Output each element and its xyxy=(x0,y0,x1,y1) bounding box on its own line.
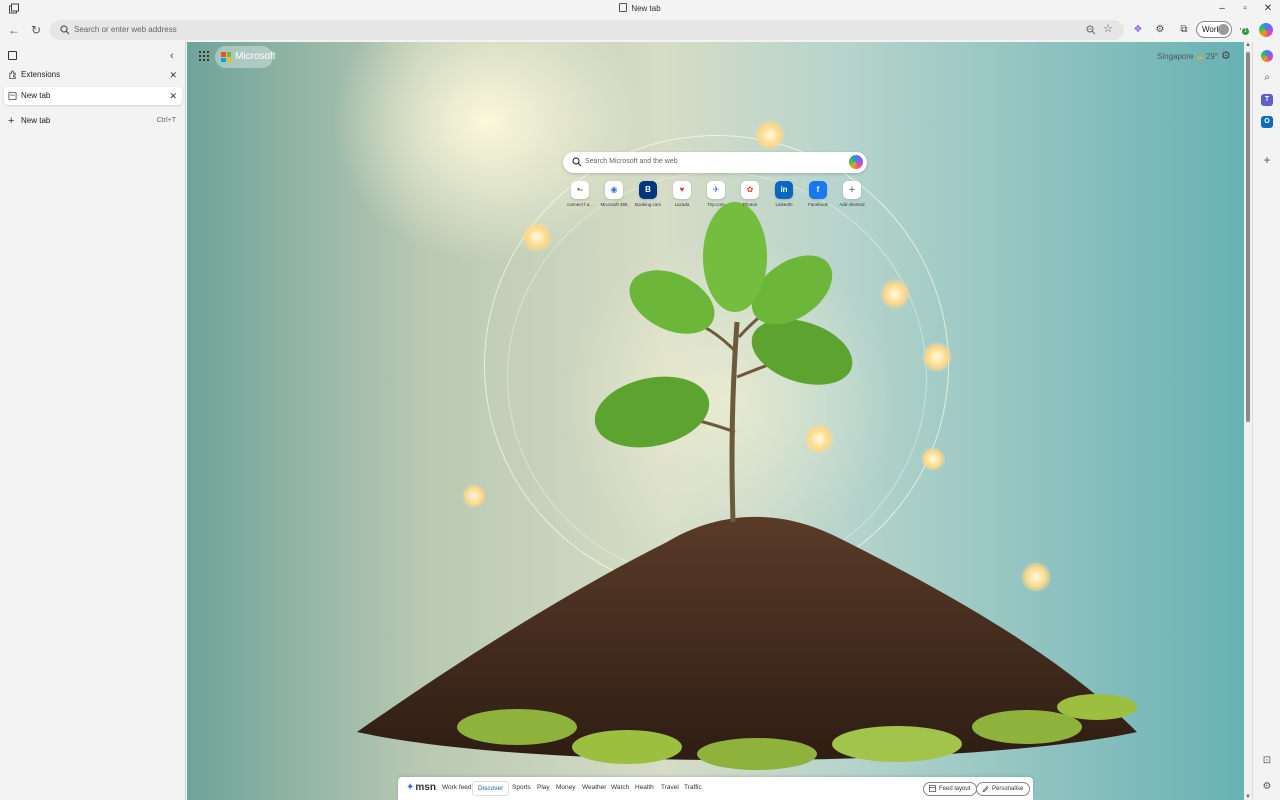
edge-sidebar: ⌕ T O + ⊡ ⚙ xyxy=(1252,42,1280,800)
photos-icon: ✿ xyxy=(741,181,759,199)
tab-actions-icon[interactable] xyxy=(8,51,17,60)
scroll-down-icon[interactable]: ▼ xyxy=(1245,794,1251,800)
shortcut-photos[interactable]: ✿ Photos xyxy=(733,181,767,207)
address-placeholder: Search or enter web address xyxy=(74,25,177,34)
search-icon xyxy=(572,157,582,167)
facebook-icon: f xyxy=(809,181,827,199)
minimize-button[interactable]: – xyxy=(1215,2,1229,16)
address-bar[interactable]: Search or enter web address ☆ xyxy=(50,20,1124,40)
restore-button[interactable]: ▫ xyxy=(1238,2,1252,16)
tab-extensions[interactable]: Extensions ✕ xyxy=(4,66,182,84)
web-search-box[interactable]: Search Microsoft and the web xyxy=(563,152,867,173)
collapse-panel-icon[interactable]: ‹ xyxy=(170,50,174,62)
favorite-star-icon[interactable]: ☆ xyxy=(1103,23,1116,36)
notification-badge: 1 xyxy=(1242,28,1249,35)
add-icon: + xyxy=(843,181,861,199)
collections-icon[interactable]: ⧉ xyxy=(1177,23,1191,37)
new-tab-button[interactable]: + New tab Ctrl+T xyxy=(4,112,182,130)
teams-icon[interactable]: T xyxy=(1261,94,1273,106)
search-placeholder: Search Microsoft and the web xyxy=(585,158,678,165)
msn-butterfly-icon: ✦ xyxy=(406,782,415,793)
close-button[interactable]: ✕ xyxy=(1261,2,1275,16)
microsoft-logo-icon xyxy=(221,52,231,62)
booking-icon: B xyxy=(639,181,657,199)
msn-feed-bar: ✦msn Work feed Discover Sports Play Mone… xyxy=(398,777,1033,800)
search-icon xyxy=(60,25,70,35)
copilot-icon[interactable] xyxy=(1259,23,1273,37)
linkedin-icon: in xyxy=(775,181,793,199)
feed-tab-money[interactable]: Money xyxy=(556,784,576,791)
apps-launcher-icon[interactable] xyxy=(199,51,209,61)
zoom-icon[interactable] xyxy=(1086,25,1096,35)
glow-orb xyxy=(921,447,945,471)
page-scrollbar[interactable]: ▲ ▼ xyxy=(1244,42,1252,800)
shortcut-add[interactable]: + Add shortcut xyxy=(835,181,869,207)
avatar xyxy=(1218,24,1229,35)
copilot-extension-icon[interactable]: ❖ xyxy=(1131,23,1145,37)
page-settings-gear-icon[interactable]: ⚙ xyxy=(1221,50,1233,62)
seedling-illustration xyxy=(594,202,853,522)
layout-icon xyxy=(929,785,936,792)
microsoft365-icon: ◉ xyxy=(605,181,623,199)
msn-logo[interactable]: ✦msn xyxy=(406,782,436,793)
page-icon xyxy=(619,3,628,12)
shortcut-lazada[interactable]: ♥ Lazada xyxy=(665,181,699,207)
weather-widget[interactable]: Singapore ☁ 29° xyxy=(1157,52,1218,61)
feed-tab-health[interactable]: Health xyxy=(635,784,654,791)
glow-orb xyxy=(522,222,552,252)
window-title: New tab xyxy=(0,3,1280,13)
connect-icon: •- xyxy=(571,181,589,199)
feed-tab-play[interactable]: Play xyxy=(537,784,550,791)
vertical-tabs-panel: ‹ Extensions ✕ New tab ✕ + New tab Ctrl+… xyxy=(0,42,186,800)
shortcut-facebook[interactable]: f Facebook xyxy=(801,181,835,207)
personalise-icon xyxy=(982,785,989,792)
feed-tab-work-feed[interactable]: Work feed xyxy=(442,784,472,791)
feed-tab-travel[interactable]: Travel xyxy=(661,784,679,791)
glow-orb xyxy=(880,279,910,309)
soil-mound-illustration xyxy=(357,516,1137,770)
copilot-search-icon[interactable] xyxy=(849,155,863,169)
feed-tab-watch[interactable]: Watch xyxy=(611,784,629,791)
shortcut-hint: Ctrl+T xyxy=(156,117,176,124)
shortcut-linkedin[interactable]: in LinkedIn xyxy=(767,181,801,207)
new-tab-page-icon xyxy=(8,91,17,101)
feed-layout-button[interactable]: Feed layout xyxy=(923,782,978,796)
shortcut-booking[interactable]: B Booking.com xyxy=(631,181,665,207)
add-sidebar-app-icon[interactable]: + xyxy=(1261,154,1273,166)
new-tab-page: Microsoft Singapore ☁ 29° ⚙ Search Micro… xyxy=(187,42,1244,800)
trip-icon: ✈ xyxy=(707,181,725,199)
refresh-icon[interactable]: ↻ xyxy=(29,23,43,37)
feed-tab-sports[interactable]: Sports xyxy=(512,784,531,791)
extensions-tab-icon xyxy=(9,70,16,80)
personalise-button[interactable]: Personalise xyxy=(976,782,1031,796)
plus-icon: + xyxy=(8,115,15,127)
back-icon[interactable]: ← xyxy=(7,23,21,37)
close-tab-icon[interactable]: ✕ xyxy=(169,87,177,105)
hide-sidebar-icon[interactable]: ⊡ xyxy=(1261,755,1273,767)
profile-button[interactable]: Work xyxy=(1196,21,1232,38)
search-sidebar-icon[interactable]: ⌕ xyxy=(1261,72,1273,84)
glow-orb xyxy=(922,342,952,372)
weather-cloud-icon: ☁ xyxy=(1195,52,1204,61)
shortcut-connect[interactable]: •- connect f a... xyxy=(563,181,597,207)
sidebar-settings-gear-icon[interactable]: ⚙ xyxy=(1261,781,1273,793)
copilot-sidebar-icon[interactable] xyxy=(1261,50,1273,62)
tab-new-tab[interactable]: New tab ✕ xyxy=(4,87,182,105)
quick-links: •- connect f a... ◉ Microsoft 365 B Booking… xyxy=(563,181,867,209)
browser-toolbar: ← ↻ Search or enter web address ☆ ❖ ⚙ ⧉ … xyxy=(0,18,1280,42)
feed-tab-discover[interactable]: Discover xyxy=(472,781,510,796)
glow-orb xyxy=(755,120,785,150)
close-tab-icon[interactable]: ✕ xyxy=(169,66,177,84)
scroll-up-icon[interactable]: ▲ xyxy=(1245,42,1251,48)
outlook-icon[interactable]: O xyxy=(1261,116,1273,128)
shortcut-microsoft-365[interactable]: ◉ Microsoft 365 xyxy=(597,181,631,207)
shortcut-trip[interactable]: ✈ Trip.com xyxy=(699,181,733,207)
scrollbar-thumb[interactable] xyxy=(1246,52,1250,422)
microsoft-brand-button[interactable]: Microsoft xyxy=(215,46,276,68)
lazada-icon: ♥ xyxy=(673,181,691,199)
feed-tab-weather[interactable]: Weather xyxy=(582,784,606,791)
extensions-icon[interactable]: ⚙ xyxy=(1153,23,1167,37)
title-bar: New tab – ▫ ✕ xyxy=(0,0,1280,18)
feed-tab-traffic[interactable]: Traffic xyxy=(684,784,702,791)
